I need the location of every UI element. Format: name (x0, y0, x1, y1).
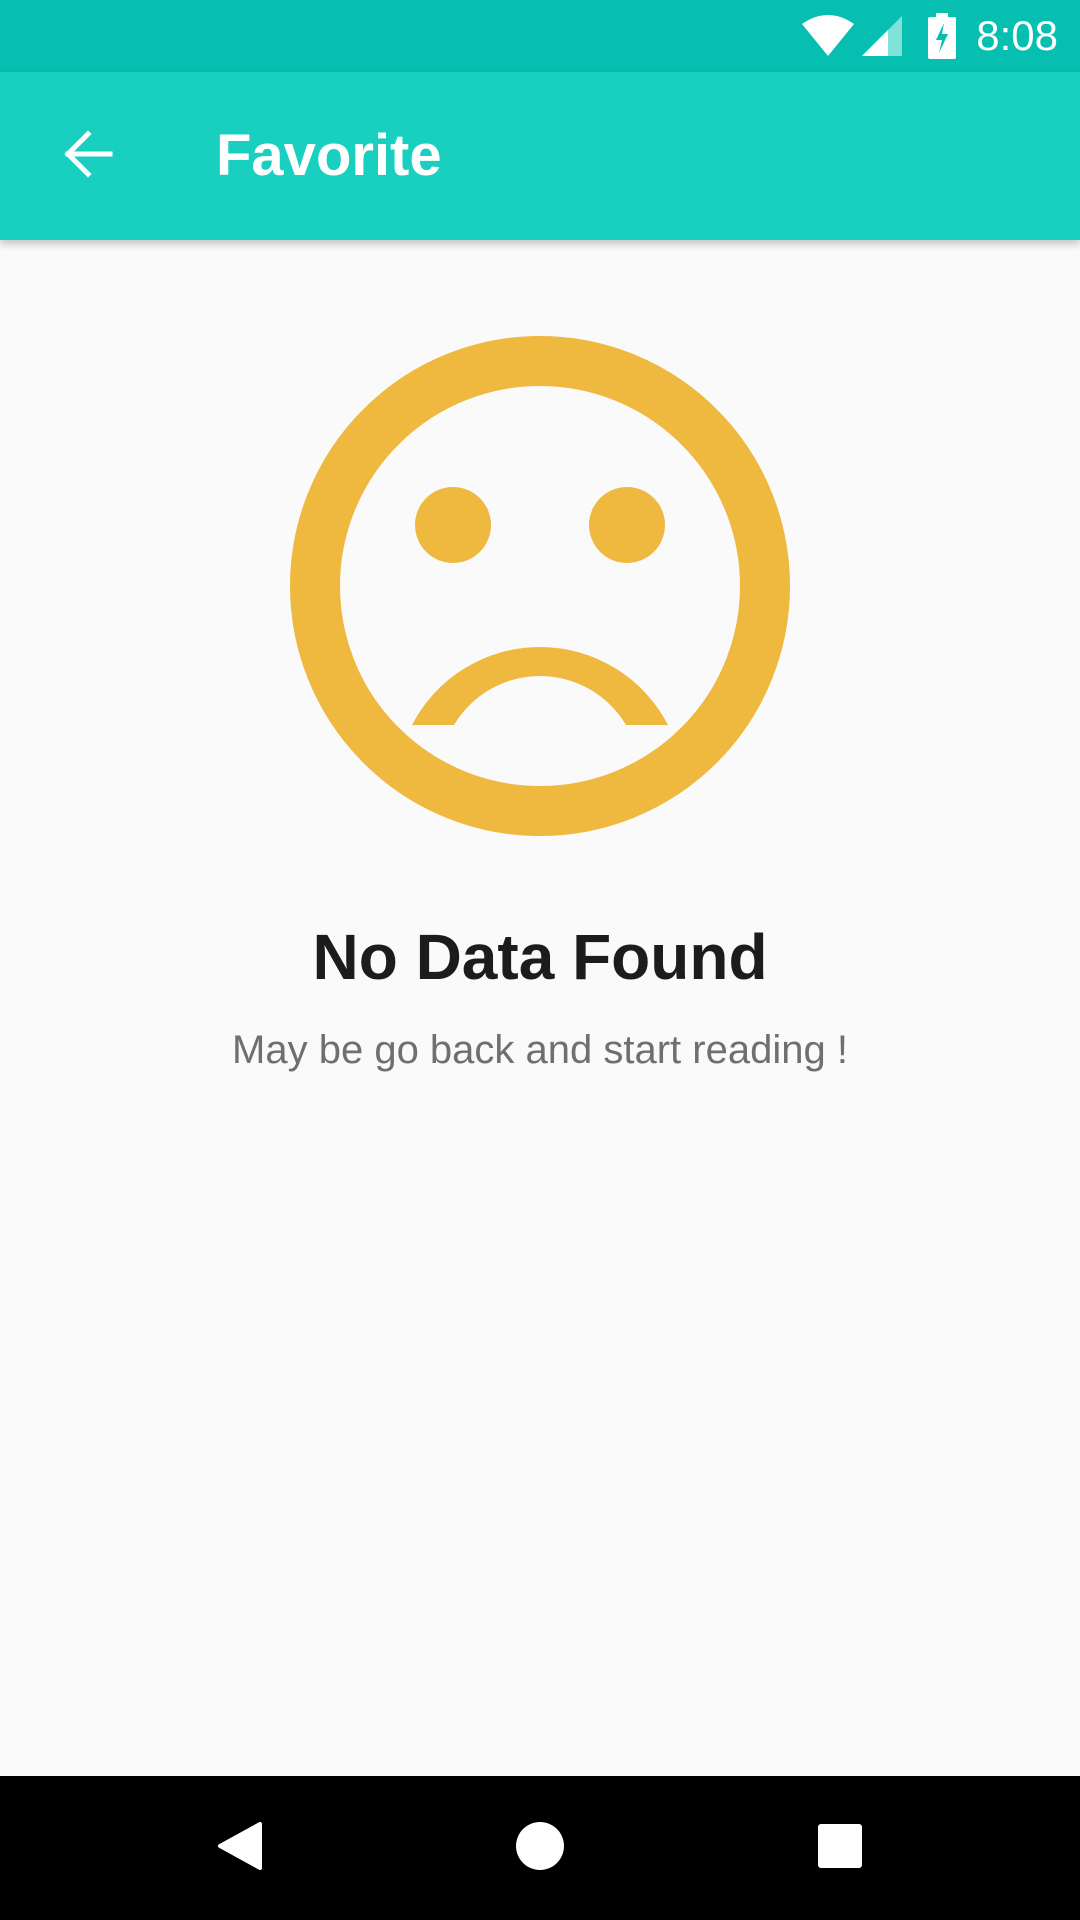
status-icons: 8:08 (800, 0, 1058, 72)
cell-signal-icon (860, 14, 904, 58)
navigation-bar (0, 1776, 1080, 1920)
battery-charging-icon (928, 13, 957, 59)
nav-home-button[interactable] (490, 1798, 590, 1898)
empty-state-subtitle: May be go back and start reading ! (232, 1028, 848, 1072)
nav-back-icon (216, 1820, 264, 1877)
arrow-back-icon (62, 128, 114, 185)
status-time: 8:08 (976, 12, 1058, 59)
page-title: Favorite (216, 123, 442, 188)
app-bar: Favorite (0, 72, 1080, 240)
screen: 8:08 Favorite No Data Found May be go ba… (0, 0, 1080, 1920)
nav-back-button[interactable] (190, 1798, 290, 1898)
back-button[interactable] (40, 108, 136, 204)
nav-recents-icon (816, 1822, 864, 1875)
empty-state-title: No Data Found (312, 921, 768, 993)
nav-recents-button[interactable] (790, 1798, 890, 1898)
wifi-icon (800, 14, 856, 58)
sad-face-icon (290, 336, 790, 836)
nav-home-icon (514, 1820, 566, 1877)
status-bar: 8:08 (0, 0, 1080, 72)
